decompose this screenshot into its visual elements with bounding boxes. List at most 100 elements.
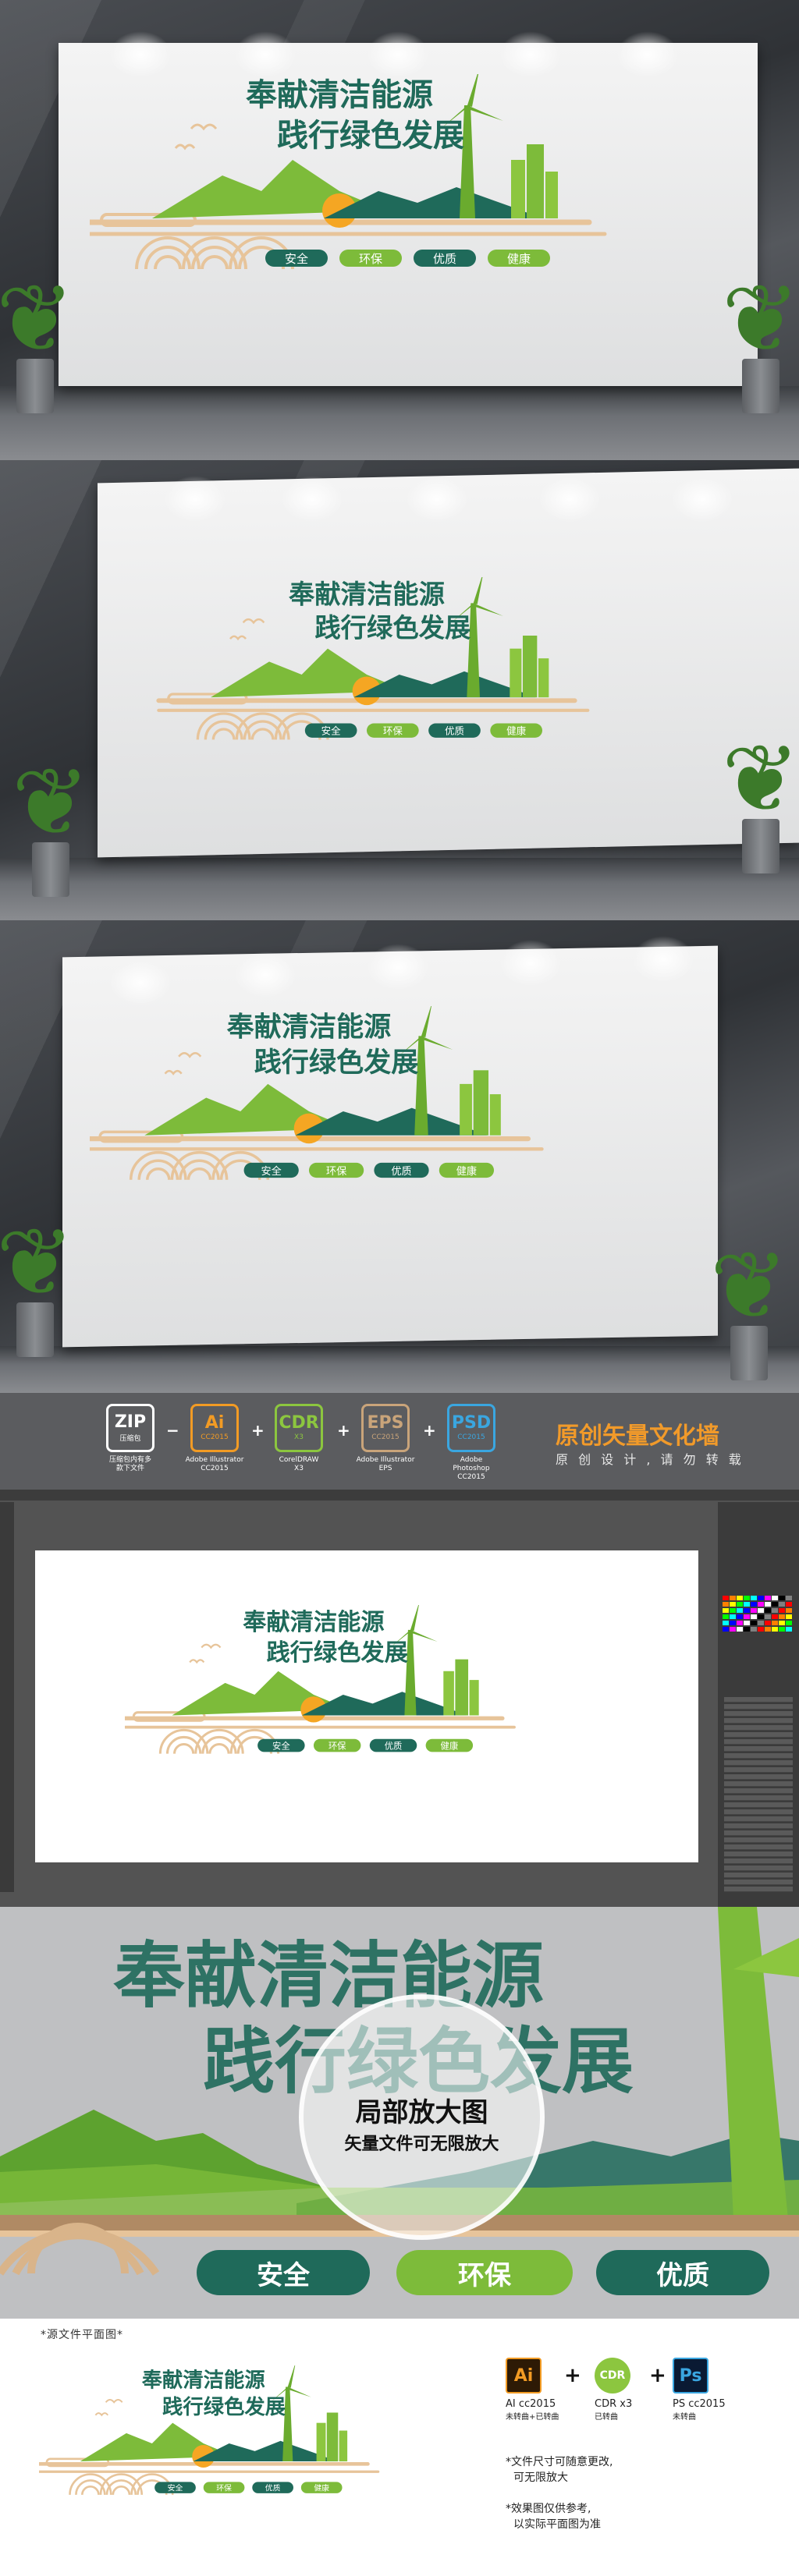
- color-swatch[interactable]: [737, 1596, 743, 1600]
- color-swatch[interactable]: [723, 1627, 729, 1632]
- swatches-panel[interactable]: [718, 1502, 799, 1907]
- color-swatch[interactable]: [744, 1614, 750, 1619]
- color-swatch[interactable]: [772, 1608, 778, 1613]
- svg-text:健康: 健康: [441, 1741, 459, 1752]
- color-swatch[interactable]: [786, 1596, 792, 1600]
- svg-text:安全: 安全: [261, 1164, 282, 1178]
- color-swatch[interactable]: [751, 1608, 757, 1613]
- color-swatch[interactable]: [772, 1621, 778, 1625]
- color-swatch[interactable]: [723, 1608, 729, 1613]
- layer-row[interactable]: [724, 1739, 793, 1745]
- color-swatch[interactable]: [772, 1596, 778, 1600]
- color-swatch[interactable]: [744, 1596, 750, 1600]
- layer-row[interactable]: [724, 1725, 793, 1731]
- color-swatch[interactable]: [758, 1602, 764, 1607]
- color-swatch[interactable]: [786, 1608, 792, 1613]
- color-swatch[interactable]: [751, 1621, 757, 1625]
- layer-row[interactable]: [724, 1704, 793, 1710]
- color-swatch[interactable]: [730, 1602, 736, 1607]
- color-swatch[interactable]: [758, 1608, 764, 1613]
- color-swatch[interactable]: [772, 1602, 778, 1607]
- layer-row[interactable]: [724, 1760, 793, 1766]
- color-swatch[interactable]: [758, 1614, 764, 1619]
- layer-row[interactable]: [724, 1802, 793, 1808]
- color-swatch[interactable]: [765, 1614, 771, 1619]
- layer-row[interactable]: [724, 1809, 793, 1815]
- color-swatch[interactable]: [751, 1596, 757, 1600]
- color-swatch[interactable]: [772, 1614, 778, 1619]
- color-swatch[interactable]: [723, 1614, 729, 1619]
- color-swatch[interactable]: [779, 1602, 785, 1607]
- color-swatch[interactable]: [751, 1627, 757, 1632]
- color-swatch[interactable]: [779, 1614, 785, 1619]
- color-swatch[interactable]: [765, 1621, 771, 1625]
- color-swatch[interactable]: [751, 1614, 757, 1619]
- layer-row[interactable]: [724, 1732, 793, 1738]
- layer-row[interactable]: [724, 1781, 793, 1787]
- color-swatch[interactable]: [737, 1621, 743, 1625]
- layer-row[interactable]: [724, 1746, 793, 1752]
- layer-row[interactable]: [724, 1816, 793, 1822]
- color-swatch[interactable]: [758, 1627, 764, 1632]
- color-swatch[interactable]: [730, 1608, 736, 1613]
- menu-bar[interactable]: [0, 1490, 799, 1501]
- color-swatch[interactable]: [730, 1627, 736, 1632]
- layer-row[interactable]: [724, 1880, 793, 1885]
- color-swatch[interactable]: [730, 1614, 736, 1619]
- layer-row[interactable]: [724, 1774, 793, 1780]
- layer-row[interactable]: [724, 1858, 793, 1864]
- layer-row[interactable]: [724, 1887, 793, 1892]
- color-swatch[interactable]: [744, 1621, 750, 1625]
- layer-row[interactable]: [724, 1711, 793, 1717]
- layer-row[interactable]: [724, 1844, 793, 1850]
- layer-row[interactable]: [724, 1851, 793, 1857]
- color-swatch[interactable]: [779, 1608, 785, 1613]
- color-swatch[interactable]: [723, 1596, 729, 1600]
- layer-row[interactable]: [724, 1830, 793, 1836]
- color-swatch[interactable]: [765, 1608, 771, 1613]
- layer-row[interactable]: [724, 1795, 793, 1801]
- color-swatch[interactable]: [786, 1627, 792, 1632]
- cdr-format-flat: CDR CDR x3 已转曲: [595, 2358, 632, 2422]
- layer-row[interactable]: [724, 1697, 793, 1703]
- color-swatch[interactable]: [765, 1596, 771, 1600]
- color-swatch[interactable]: [758, 1621, 764, 1625]
- layer-row[interactable]: [724, 1823, 793, 1829]
- color-swatch[interactable]: [744, 1602, 750, 1607]
- color-swatch[interactable]: [737, 1627, 743, 1632]
- plus-icon: +: [649, 2364, 666, 2387]
- color-swatch[interactable]: [737, 1608, 743, 1613]
- color-swatch[interactable]: [730, 1621, 736, 1625]
- artboard[interactable]: 奉献清洁能源 践行绿色发展 安全 环保 优质 健康: [35, 1550, 698, 1862]
- color-swatch[interactable]: [723, 1621, 729, 1625]
- svg-text:健康: 健康: [314, 2483, 329, 2493]
- layer-row[interactable]: [724, 1788, 793, 1794]
- color-swatch[interactable]: [737, 1614, 743, 1619]
- color-swatch[interactable]: [786, 1621, 792, 1625]
- layer-row[interactable]: [724, 1718, 793, 1724]
- color-swatch[interactable]: [730, 1596, 736, 1600]
- layer-row[interactable]: [724, 1837, 793, 1843]
- color-swatch[interactable]: [744, 1627, 750, 1632]
- layer-row[interactable]: [724, 1866, 793, 1871]
- color-swatch[interactable]: [779, 1596, 785, 1600]
- color-swatch[interactable]: [744, 1608, 750, 1613]
- color-swatch[interactable]: [786, 1602, 792, 1607]
- color-swatch[interactable]: [779, 1627, 785, 1632]
- color-swatch[interactable]: [723, 1602, 729, 1607]
- color-swatch[interactable]: [751, 1602, 757, 1607]
- color-swatch[interactable]: [758, 1596, 764, 1600]
- color-swatch[interactable]: [786, 1614, 792, 1619]
- tool-panel[interactable]: [0, 1502, 14, 1892]
- ai-format-flat: Ai AI cc2015 未转曲+已转曲: [506, 2358, 559, 2422]
- color-swatch[interactable]: [737, 1602, 743, 1607]
- layer-row[interactable]: [724, 1873, 793, 1878]
- layer-row[interactable]: [724, 1767, 793, 1773]
- color-swatch[interactable]: [772, 1627, 778, 1632]
- layer-row[interactable]: [724, 1753, 793, 1759]
- note-size: *文件尺寸可随意更改, 可无限放大: [506, 2456, 613, 2484]
- color-swatch[interactable]: [765, 1602, 771, 1607]
- potted-plant-icon: ❦: [0, 257, 74, 413]
- color-swatch[interactable]: [765, 1627, 771, 1632]
- color-swatch[interactable]: [779, 1621, 785, 1625]
